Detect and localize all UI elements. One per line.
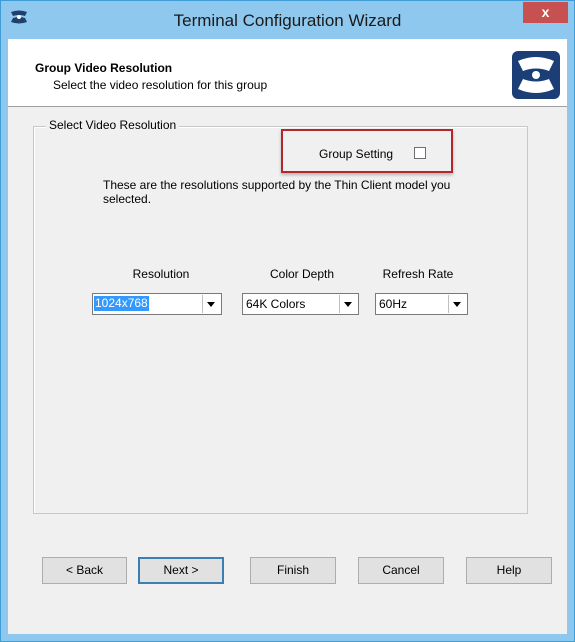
title-bar[interactable]: Terminal Configuration Wizard x (1, 1, 574, 39)
next-button[interactable]: Next > (138, 557, 224, 584)
close-button[interactable]: x (523, 2, 568, 23)
refresh-rate-label: Refresh Rate (382, 267, 454, 281)
chevron-down-icon[interactable] (339, 295, 357, 313)
highlight-annotation (281, 129, 453, 173)
finish-button[interactable]: Finish (250, 557, 336, 584)
page-title: Group Video Resolution (35, 61, 173, 75)
thinmanager-logo-icon (512, 51, 560, 99)
cancel-button[interactable]: Cancel (358, 557, 444, 584)
help-button[interactable]: Help (466, 557, 552, 584)
info-text: These are the resolutions supported by t… (103, 178, 451, 206)
refresh-rate-value: 60Hz (379, 297, 408, 311)
wizard-window: Terminal Configuration Wizard x Group Vi… (0, 0, 575, 642)
window-title: Terminal Configuration Wizard (173, 11, 402, 30)
group-box-legend: Select Video Resolution (46, 118, 180, 132)
resolution-value: 1024x768 (94, 296, 149, 311)
color-depth-value: 64K Colors (246, 297, 306, 311)
resolution-select[interactable]: 1024x768 (92, 293, 222, 315)
page-subtitle: Select the video resolution for this gro… (53, 78, 268, 92)
resolution-label: Resolution (132, 267, 190, 281)
wizard-header: Group Video Resolution Select the video … (8, 39, 567, 107)
chevron-down-icon[interactable] (202, 295, 220, 313)
refresh-rate-select[interactable]: 60Hz (375, 293, 468, 315)
color-depth-label: Color Depth (269, 267, 335, 281)
color-depth-select[interactable]: 64K Colors (242, 293, 359, 315)
back-button[interactable]: < Back (42, 557, 127, 584)
chevron-down-icon[interactable] (448, 295, 466, 313)
